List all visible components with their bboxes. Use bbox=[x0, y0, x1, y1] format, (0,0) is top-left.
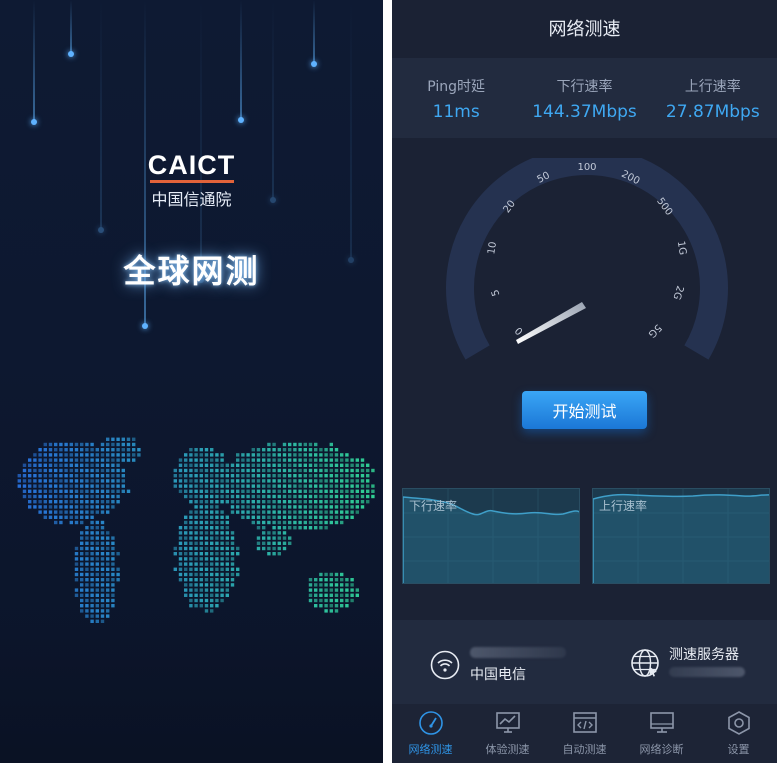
stats-panel: Ping时延 11ms 下行速率 144.37Mbps 上行速率 27.87Mb… bbox=[392, 58, 777, 138]
splash-title: 全球网测 bbox=[123, 252, 260, 290]
ping-stat: Ping时延 11ms bbox=[392, 58, 520, 138]
stat-label: 上行速率 bbox=[684, 79, 741, 95]
panel-divider bbox=[383, 0, 392, 763]
gauge-tick-label: 5G bbox=[646, 322, 664, 340]
upload-chart-label: 上行速率 bbox=[599, 499, 648, 513]
logo-chinese-name: 中国信通院 bbox=[151, 190, 232, 209]
monitor-icon bbox=[649, 712, 674, 733]
wifi-icon bbox=[430, 650, 460, 680]
speedometer-icon bbox=[418, 711, 443, 735]
stat-value: 11ms bbox=[432, 102, 480, 122]
gauge-tick-label: 2G bbox=[670, 284, 685, 301]
splash-screen: CAICT 中国信通院 全球网测 bbox=[0, 0, 383, 763]
gauge-tick-label: 0 bbox=[513, 324, 525, 336]
stat-value: 27.87Mbps bbox=[665, 102, 760, 122]
code-window-icon bbox=[572, 712, 597, 733]
world-map-dots bbox=[17, 437, 375, 623]
tab-network-speed[interactable]: 网络测速 bbox=[392, 704, 469, 763]
page-title: 网络测速 bbox=[548, 19, 621, 40]
stat-value: 144.37Mbps bbox=[532, 102, 637, 122]
tab-settings[interactable]: 设置 bbox=[700, 704, 777, 763]
download-stat: 下行速率 144.37Mbps bbox=[520, 58, 648, 138]
isp-name: 中国电信 bbox=[470, 667, 526, 683]
gauge-tick-label: 100 bbox=[577, 162, 596, 173]
start-test-button[interactable]: 开始测试 bbox=[522, 391, 647, 429]
logo-mark: CAICT bbox=[147, 150, 236, 180]
network-info-bar: 中国电信 测速服务器 bbox=[392, 620, 777, 704]
caict-logo: CAICT 中国信通院 bbox=[0, 150, 383, 210]
gauge-tick-label: 1G bbox=[675, 240, 688, 256]
tab-experience-speed[interactable]: 体验测速 bbox=[469, 704, 546, 763]
download-chart-label: 下行速率 bbox=[409, 499, 458, 513]
gauge-area: 0 5 10 20 50 100 200 500 1G 2G 5G 开始测试 bbox=[392, 138, 777, 438]
server-label[interactable]: 测速服务器 bbox=[669, 644, 739, 664]
tab-network-diagnosis[interactable]: 网络诊断 bbox=[623, 704, 700, 763]
gauge-track bbox=[446, 158, 728, 360]
speed-charts: 下行速率 上行速率 bbox=[402, 488, 770, 586]
light-streak bbox=[68, 0, 74, 57]
gauge-tick-label: 5 bbox=[490, 288, 502, 297]
light-streak bbox=[348, 0, 354, 263]
bottom-tab-bar: 网络测速 体验测速 自动测速 网络诊断 设置 bbox=[392, 704, 777, 763]
stat-label: 下行速率 bbox=[556, 79, 613, 95]
logo-accent-bar bbox=[149, 180, 234, 183]
app-header: 网络测速 bbox=[392, 0, 777, 56]
light-streak bbox=[31, 0, 37, 125]
light-streak bbox=[238, 0, 244, 123]
tab-auto-speed[interactable]: 自动测速 bbox=[546, 704, 623, 763]
gauge-needle bbox=[516, 302, 586, 344]
gauge-tick-label: 10 bbox=[486, 241, 499, 255]
light-streak bbox=[311, 0, 317, 67]
light-streak bbox=[198, 0, 204, 283]
download-chart: 下行速率 bbox=[402, 488, 580, 584]
stat-label: Ping时延 bbox=[427, 79, 486, 95]
speed-gauge: 051020501002005001G2G5G bbox=[446, 158, 728, 360]
upload-chart: 上行速率 bbox=[592, 488, 770, 584]
splash-floor-glow bbox=[0, 633, 383, 763]
tab-label: 体验测速 bbox=[485, 743, 530, 756]
hexagon-gear-icon bbox=[727, 711, 750, 735]
tab-label: 网络测速 bbox=[408, 743, 453, 756]
tab-label: 网络诊断 bbox=[639, 743, 684, 756]
tab-label: 自动测速 bbox=[562, 743, 607, 756]
masked-network-name bbox=[470, 647, 566, 658]
tab-label: 设置 bbox=[727, 743, 750, 756]
masked-server-name bbox=[669, 667, 745, 677]
speed-test-screen: 网络测速 Ping时延 11ms 下行速率 144.37Mbps 上行速率 27… bbox=[392, 0, 777, 763]
chart-monitor-icon bbox=[495, 712, 520, 733]
globe-icon[interactable] bbox=[630, 648, 660, 678]
upload-stat: 上行速率 27.87Mbps bbox=[649, 58, 777, 138]
